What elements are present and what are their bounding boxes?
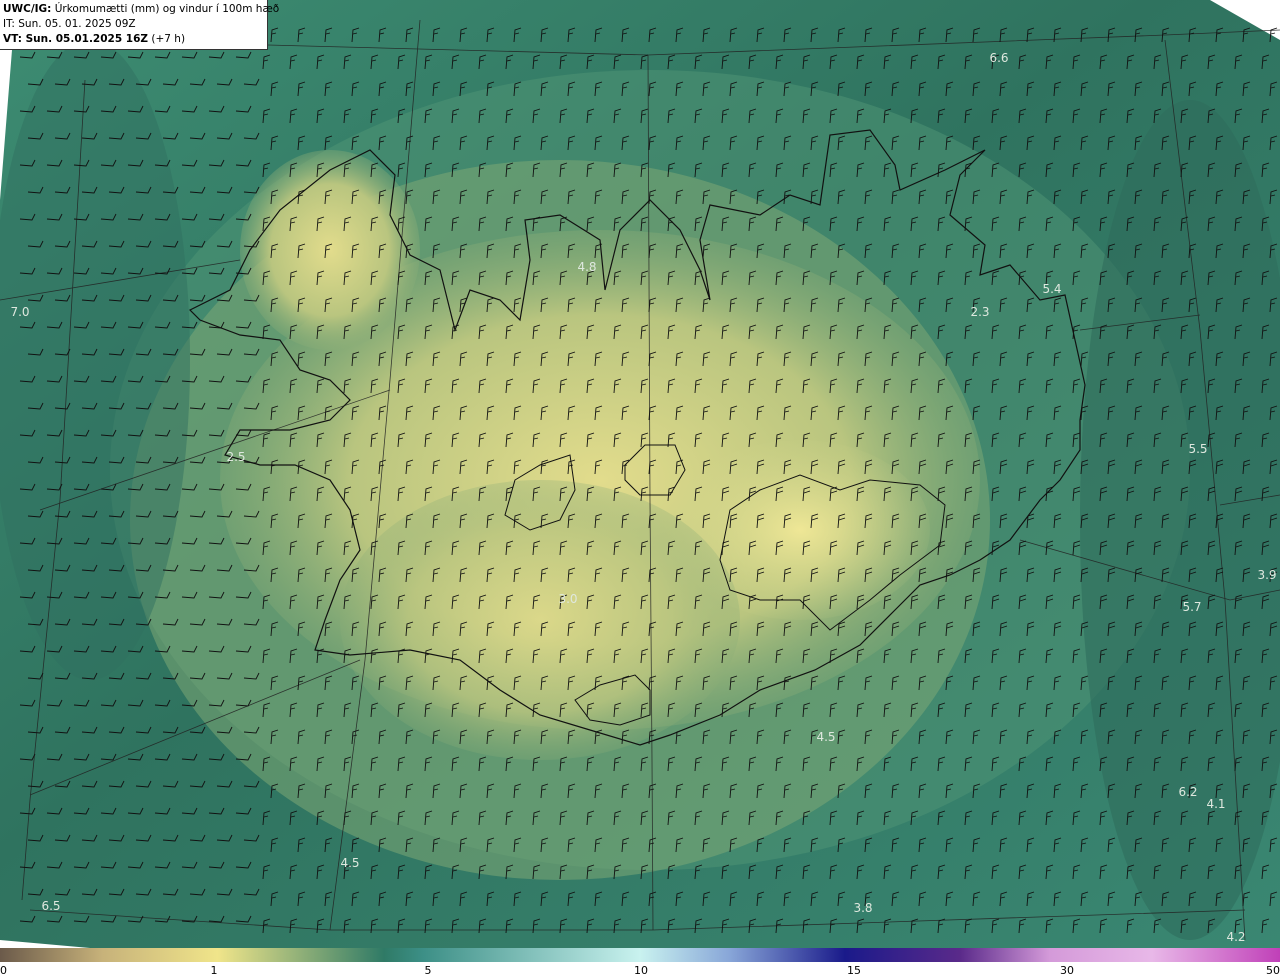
header-it-row: IT: Sun. 05. 01. 2025 09Z <box>3 17 267 32</box>
point-value-label: 4.5 <box>816 730 835 744</box>
point-value-label: 6.5 <box>41 899 60 913</box>
point-value-label: 3.0 <box>558 592 577 606</box>
map-header: UWC/IG: Úrkomumætti (mm) og vindur í 100… <box>0 0 279 50</box>
map-canvas: 6.6 4.8 5.4 2.3 7.0 5.5 2.5 3.9 3.0 5.7 4.5 6.2 4.1 4… <box>0 0 1280 948</box>
land-glow <box>340 480 740 760</box>
colorbar-labels: 0 1 5 10 15 30 50 <box>0 962 1280 978</box>
point-value-label: 6.6 <box>989 51 1008 65</box>
colorbar-tick-label: 1 <box>210 964 218 977</box>
precipitation-wind-map[interactable]: 6.6 4.8 5.4 2.3 7.0 5.5 2.5 3.9 3.0 5.7 4.5 6.2 4.1 4… <box>0 0 1280 948</box>
point-value-label: 4.1 <box>1206 797 1225 811</box>
point-value-label: 7.0 <box>10 305 29 319</box>
it-value: Sun. 05. 01. 2025 09Z <box>18 18 136 30</box>
map-title: Úrkomumætti (mm) og vindur í 100m hæð <box>54 3 280 15</box>
point-value-label: 3.8 <box>853 901 872 915</box>
product-code: UWC/IG: <box>3 3 52 15</box>
colorbar-tick-label: 5 <box>424 964 432 977</box>
vt-suffix: (+7 h) <box>151 33 186 45</box>
point-value-label: 5.4 <box>1042 282 1061 296</box>
colorbar-tick-label: 0 <box>0 964 7 977</box>
point-value-label: 3.9 <box>1257 568 1276 582</box>
point-value-label: 5.7 <box>1182 600 1201 614</box>
colorbar-tick-label: 15 <box>847 964 861 977</box>
colorbar-tick-label: 50 <box>1266 964 1280 977</box>
it-prefix: IT: <box>3 18 15 30</box>
colorbar-tick-label: 10 <box>634 964 648 977</box>
vt-prefix: VT: Sun. 05.01.2025 16Z <box>3 33 149 45</box>
header-title-row: UWC/IG: Úrkomumætti (mm) og vindur í 100… <box>3 2 279 17</box>
colorbar <box>0 948 1280 962</box>
colorbar-tick-label: 30 <box>1060 964 1074 977</box>
point-value-label: 4.2 <box>1226 930 1245 944</box>
point-value-label: 2.5 <box>226 450 245 464</box>
point-value-label: 2.3 <box>970 305 989 319</box>
point-value-label: 4.5 <box>340 856 359 870</box>
land-glow <box>240 150 420 350</box>
header-vt-row: VT: Sun. 05.01.2025 16Z (+7 h) <box>3 32 267 47</box>
point-value-label: 6.2 <box>1178 785 1197 799</box>
point-value-label: 4.8 <box>577 260 596 274</box>
point-value-label: 5.5 <box>1188 442 1207 456</box>
